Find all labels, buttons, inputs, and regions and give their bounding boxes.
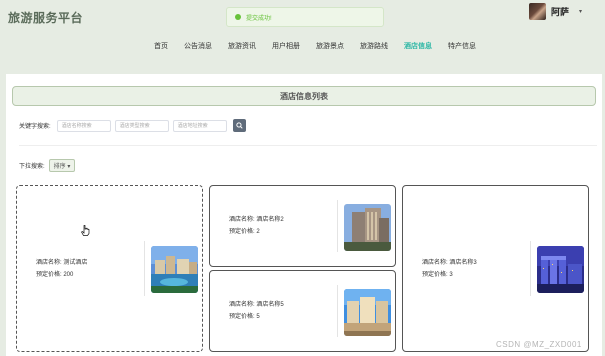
main-nav: 首页 公告消息 旅游资讯 用户相册 旅游景点 旅游路线 酒店信息 特产信息	[146, 41, 484, 51]
hotel-price: 预定价格: 200	[36, 272, 74, 278]
nav-announcements[interactable]: 公告消息	[176, 41, 220, 51]
keyword-search-label: 关键字搜索:	[19, 124, 51, 130]
success-check-icon	[235, 14, 241, 20]
card-divider	[144, 241, 145, 296]
hotel-price: 预定价格: 3	[422, 272, 453, 278]
sort-dropdown[interactable]: 排序 ▾	[48, 159, 76, 172]
hotel-palace-photo[interactable]	[344, 289, 391, 336]
search-icon	[236, 122, 243, 129]
hotel-card-3[interactable]: 酒店名称: 酒店名称3 预定价格: 3	[402, 185, 589, 352]
hotel-name: 酒店名称: 酒店名称3	[422, 260, 477, 266]
card-divider	[337, 200, 338, 252]
top-header: 旅游服务平台 提交成功! 阿萨 ▾ 首页 公告消息 旅游资讯 用户相册 旅游景点…	[0, 0, 605, 72]
user-menu[interactable]: 阿萨 ▾	[529, 3, 582, 20]
toast-message: 提交成功!	[246, 15, 272, 22]
hand-pointer-cursor-icon	[81, 223, 90, 241]
card-divider	[337, 285, 338, 337]
hotel-name-search-input[interactable]: 酒店名称搜索	[56, 119, 111, 132]
success-toast: 提交成功!	[226, 7, 384, 27]
site-brand[interactable]: 旅游服务平台	[8, 9, 83, 26]
nav-travel-routes[interactable]: 旅游路线	[352, 41, 396, 51]
divider	[19, 145, 597, 146]
nav-home[interactable]: 首页	[146, 41, 176, 51]
list-title-bar: 酒店信息列表	[12, 86, 596, 106]
hotel-card-2[interactable]: 酒店名称: 酒店名称2 预定价格: 2	[209, 185, 396, 267]
hotel-price: 预定价格: 5	[229, 314, 260, 320]
hotel-type-search-input[interactable]: 酒店类型搜索	[114, 119, 169, 132]
nav-scenic-spots[interactable]: 旅游景点	[308, 41, 352, 51]
hotel-address-search-input[interactable]: 酒店地址搜索	[172, 119, 227, 132]
dropdown-search-row: 下拉搜索: 排序 ▾	[19, 159, 76, 172]
avatar[interactable]	[529, 3, 546, 20]
search-button[interactable]	[232, 119, 246, 132]
hotel-tower-photo[interactable]	[344, 204, 391, 251]
user-name[interactable]: 阿萨	[551, 5, 569, 18]
card-divider	[530, 241, 531, 296]
hotel-card-1[interactable]: 酒店名称: 测试酒店 预定价格: 200	[16, 185, 203, 352]
hotel-name: 酒店名称: 酒店名称5	[229, 302, 284, 308]
hotel-price: 预定价格: 2	[229, 229, 260, 235]
keyword-search-row: 关键字搜索: 酒店名称搜索 酒店类型搜索 酒店地址搜索	[19, 119, 246, 132]
hotel-card-5[interactable]: 酒店名称: 酒店名称5 预定价格: 5	[209, 270, 396, 352]
nav-hotel-info[interactable]: 酒店信息	[396, 41, 440, 51]
chevron-down-icon[interactable]: ▾	[579, 8, 582, 15]
hotel-resort-photo[interactable]	[151, 246, 198, 293]
hotel-skyline-night-photo[interactable]	[537, 246, 584, 293]
page-title: 酒店信息列表	[280, 91, 328, 101]
watermark-text: CSDN @MZ_ZXD001	[496, 340, 582, 349]
hotel-name: 酒店名称: 酒店名称2	[229, 217, 284, 223]
nav-specialty-products[interactable]: 特产信息	[440, 41, 484, 51]
hotel-name: 酒店名称: 测试酒店	[36, 260, 88, 266]
nav-travel-news[interactable]: 旅游资讯	[220, 41, 264, 51]
dropdown-search-label: 下拉搜索:	[19, 164, 45, 170]
nav-user-album[interactable]: 用户相册	[264, 41, 308, 51]
